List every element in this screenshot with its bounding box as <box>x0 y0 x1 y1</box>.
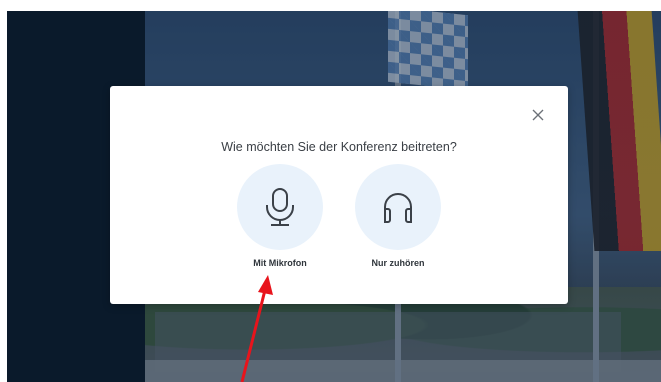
dialog-title: Wie möchten Sie der Konferenz beitreten? <box>221 140 457 154</box>
close-button[interactable] <box>529 106 547 124</box>
microphone-icon <box>266 188 294 226</box>
join-audio-dialog: Wie möchten Sie der Konferenz beitreten?… <box>110 86 568 304</box>
microphone-label: Mit Mikrofon <box>253 258 307 268</box>
headphones-icon <box>384 193 412 223</box>
listen-only-label: Nur zuhören <box>371 258 425 268</box>
listen-only-button[interactable]: Nur zuhören <box>348 164 448 268</box>
close-icon <box>532 109 544 121</box>
microphone-button[interactable]: Mit Mikrofon <box>230 164 330 268</box>
listen-only-circle[interactable] <box>355 164 441 250</box>
microphone-circle[interactable] <box>237 164 323 250</box>
